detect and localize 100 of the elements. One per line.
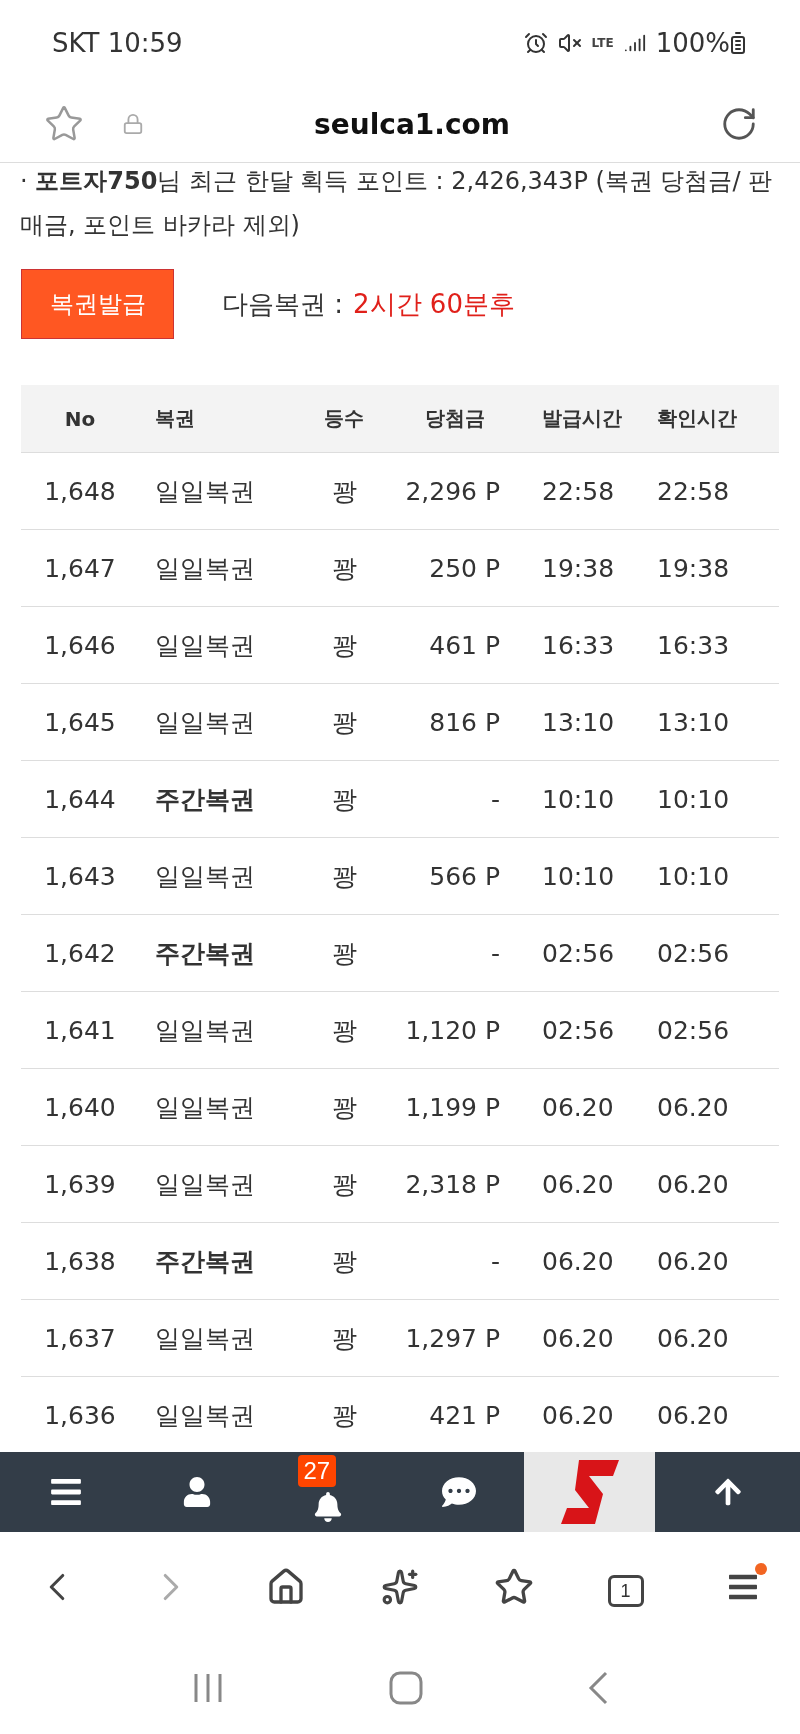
table-cell-text: 꽝 [331,937,357,970]
table-cell-text: 꽝 [331,706,357,739]
table-cell: 1,648 [44,476,116,506]
notification-count: 27 [297,1455,337,1487]
table-cell-text: 주간복권 [154,937,255,970]
table-cell-text: - [490,938,501,968]
column-header: 발급시간 [541,405,622,432]
table-cell-text: 일일복권 [154,860,255,893]
reload-icon[interactable] [720,105,758,143]
bell-icon[interactable] [312,1492,343,1522]
table-cell-text: 일일복권 [154,1014,255,1047]
table-cell-text: 일일복권 [154,1322,255,1355]
table-cell: 1,646 [44,630,116,660]
table-cell-text: 10:10 [656,784,730,814]
table-cell-text: 1,120 P [405,1015,501,1045]
status-time: SKT 10:59 [52,28,183,58]
table-cell-text: 02:56 [656,938,730,968]
table-cell: 1,642 [44,938,116,968]
table-cell-text: 일일복권 [154,629,255,662]
table-cell-text: 꽝 [331,783,357,816]
table-cell-text: 꽝 [331,1245,357,1278]
table-cell: 1,645 [44,707,116,737]
user-icon[interactable] [181,1477,212,1507]
table-cell-text: 461 P [429,630,501,660]
table-cell-text: 꽝 [331,1091,357,1124]
recent-apps-icon[interactable] [192,1672,225,1704]
table-cell: 1,638 [44,1246,116,1276]
table-cell: 1,640 [44,1092,116,1122]
battery-level: 100% [655,28,730,58]
table-cell-text: 꽝 [331,629,357,662]
mute-icon [557,31,582,55]
table-cell-text: 06.20 [541,1169,614,1199]
chat-bubble-icon[interactable] [441,1475,476,1509]
table-cell-text: 421 P [429,1400,501,1430]
table-cell-text: 꽝 [331,860,357,893]
network-type: LTE [591,36,614,50]
table-cell-text: 06.20 [656,1323,729,1353]
alarm-icon [523,31,548,55]
back-nav-icon[interactable] [587,1671,608,1705]
table-cell-text: 일일복권 [154,475,255,508]
table-cell-text: 1,297 P [405,1323,501,1353]
column-header: 등수 [324,405,364,432]
column-header: 확인시간 [656,405,737,432]
table-cell-text: 02:56 [656,1015,730,1045]
table-cell: 1,641 [44,1015,116,1045]
table-cell-text: - [490,1246,501,1276]
table-cell-text: 꽝 [331,1014,357,1047]
table-cell-text: 2,318 P [405,1169,501,1199]
table-cell-text: 22:58 [656,476,730,506]
table-cell: 1,644 [44,784,116,814]
table-cell-text: 일일복권 [154,1399,255,1432]
table-cell-text: 주간복권 [154,1245,255,1278]
table-cell: 1,647 [44,553,116,583]
table-cell-text: 22:58 [541,476,615,506]
table-cell-text: 19:38 [541,553,615,583]
table-cell-text: 16:33 [541,630,615,660]
table-cell-text: 꽝 [331,1322,357,1355]
signal-icon [623,32,646,54]
next-lottery-time: 2시간 60분후 [353,287,515,321]
sparkles-icon[interactable] [381,1568,419,1606]
table-cell-text: 주간복권 [154,783,255,816]
url-text[interactable]: seulca1.com [144,107,680,141]
table-cell-text: 일일복권 [154,706,255,739]
table-cell-text: 꽝 [331,1399,357,1432]
table-cell-text: 2,296 P [405,476,501,506]
table-cell-text: 06.20 [656,1246,729,1276]
table-cell-text: 02:56 [541,938,615,968]
table-cell-text: 250 P [429,553,501,583]
table-cell-text: 02:56 [541,1015,615,1045]
arrow-up-icon[interactable] [712,1477,743,1507]
table-cell-text: 06.20 [656,1169,729,1199]
home-nav-icon[interactable] [389,1671,423,1705]
table-cell-text: 꽝 [331,475,357,508]
table-cell-text: 566 P [429,861,501,891]
site-logo-icon[interactable] [558,1458,621,1526]
table-cell-text: 일일복권 [154,552,255,585]
table-cell-text: 06.20 [541,1400,614,1430]
table-cell-text: 13:10 [656,707,730,737]
lock-icon [122,113,144,135]
table-cell-text: 꽝 [331,552,357,585]
column-header: 당첨금 [424,405,485,432]
table-cell-text: 꽝 [331,1168,357,1201]
table-cell-text: 1,199 P [405,1092,501,1122]
table-cell-text: 10:10 [541,861,615,891]
tabs-button[interactable]: 1 [598,1557,659,1617]
table-cell: 1,643 [44,861,116,891]
table-cell-text: 일일복권 [154,1168,255,1201]
column-header: No [64,406,96,431]
table-cell-text: - [490,784,501,814]
table-cell-text: 19:38 [656,553,730,583]
points-info: · 포트자750님 최근 한달 획득 포인트 : 2,426,343P (복권 당첨금/ 판매금, 포인트 바카라 제외) [19,166,774,241]
table-cell-text: 816 P [429,707,501,737]
table-cell-text: 10:10 [656,861,730,891]
table-cell: 1,637 [44,1323,116,1353]
table-cell: 1,636 [44,1400,116,1430]
star-icon[interactable] [494,1567,535,1607]
table-cell-text: 06.20 [656,1092,729,1122]
table-cell: 1,639 [44,1169,116,1199]
table-cell-text: 10:10 [541,784,615,814]
table-cell-text: 16:33 [656,630,730,660]
